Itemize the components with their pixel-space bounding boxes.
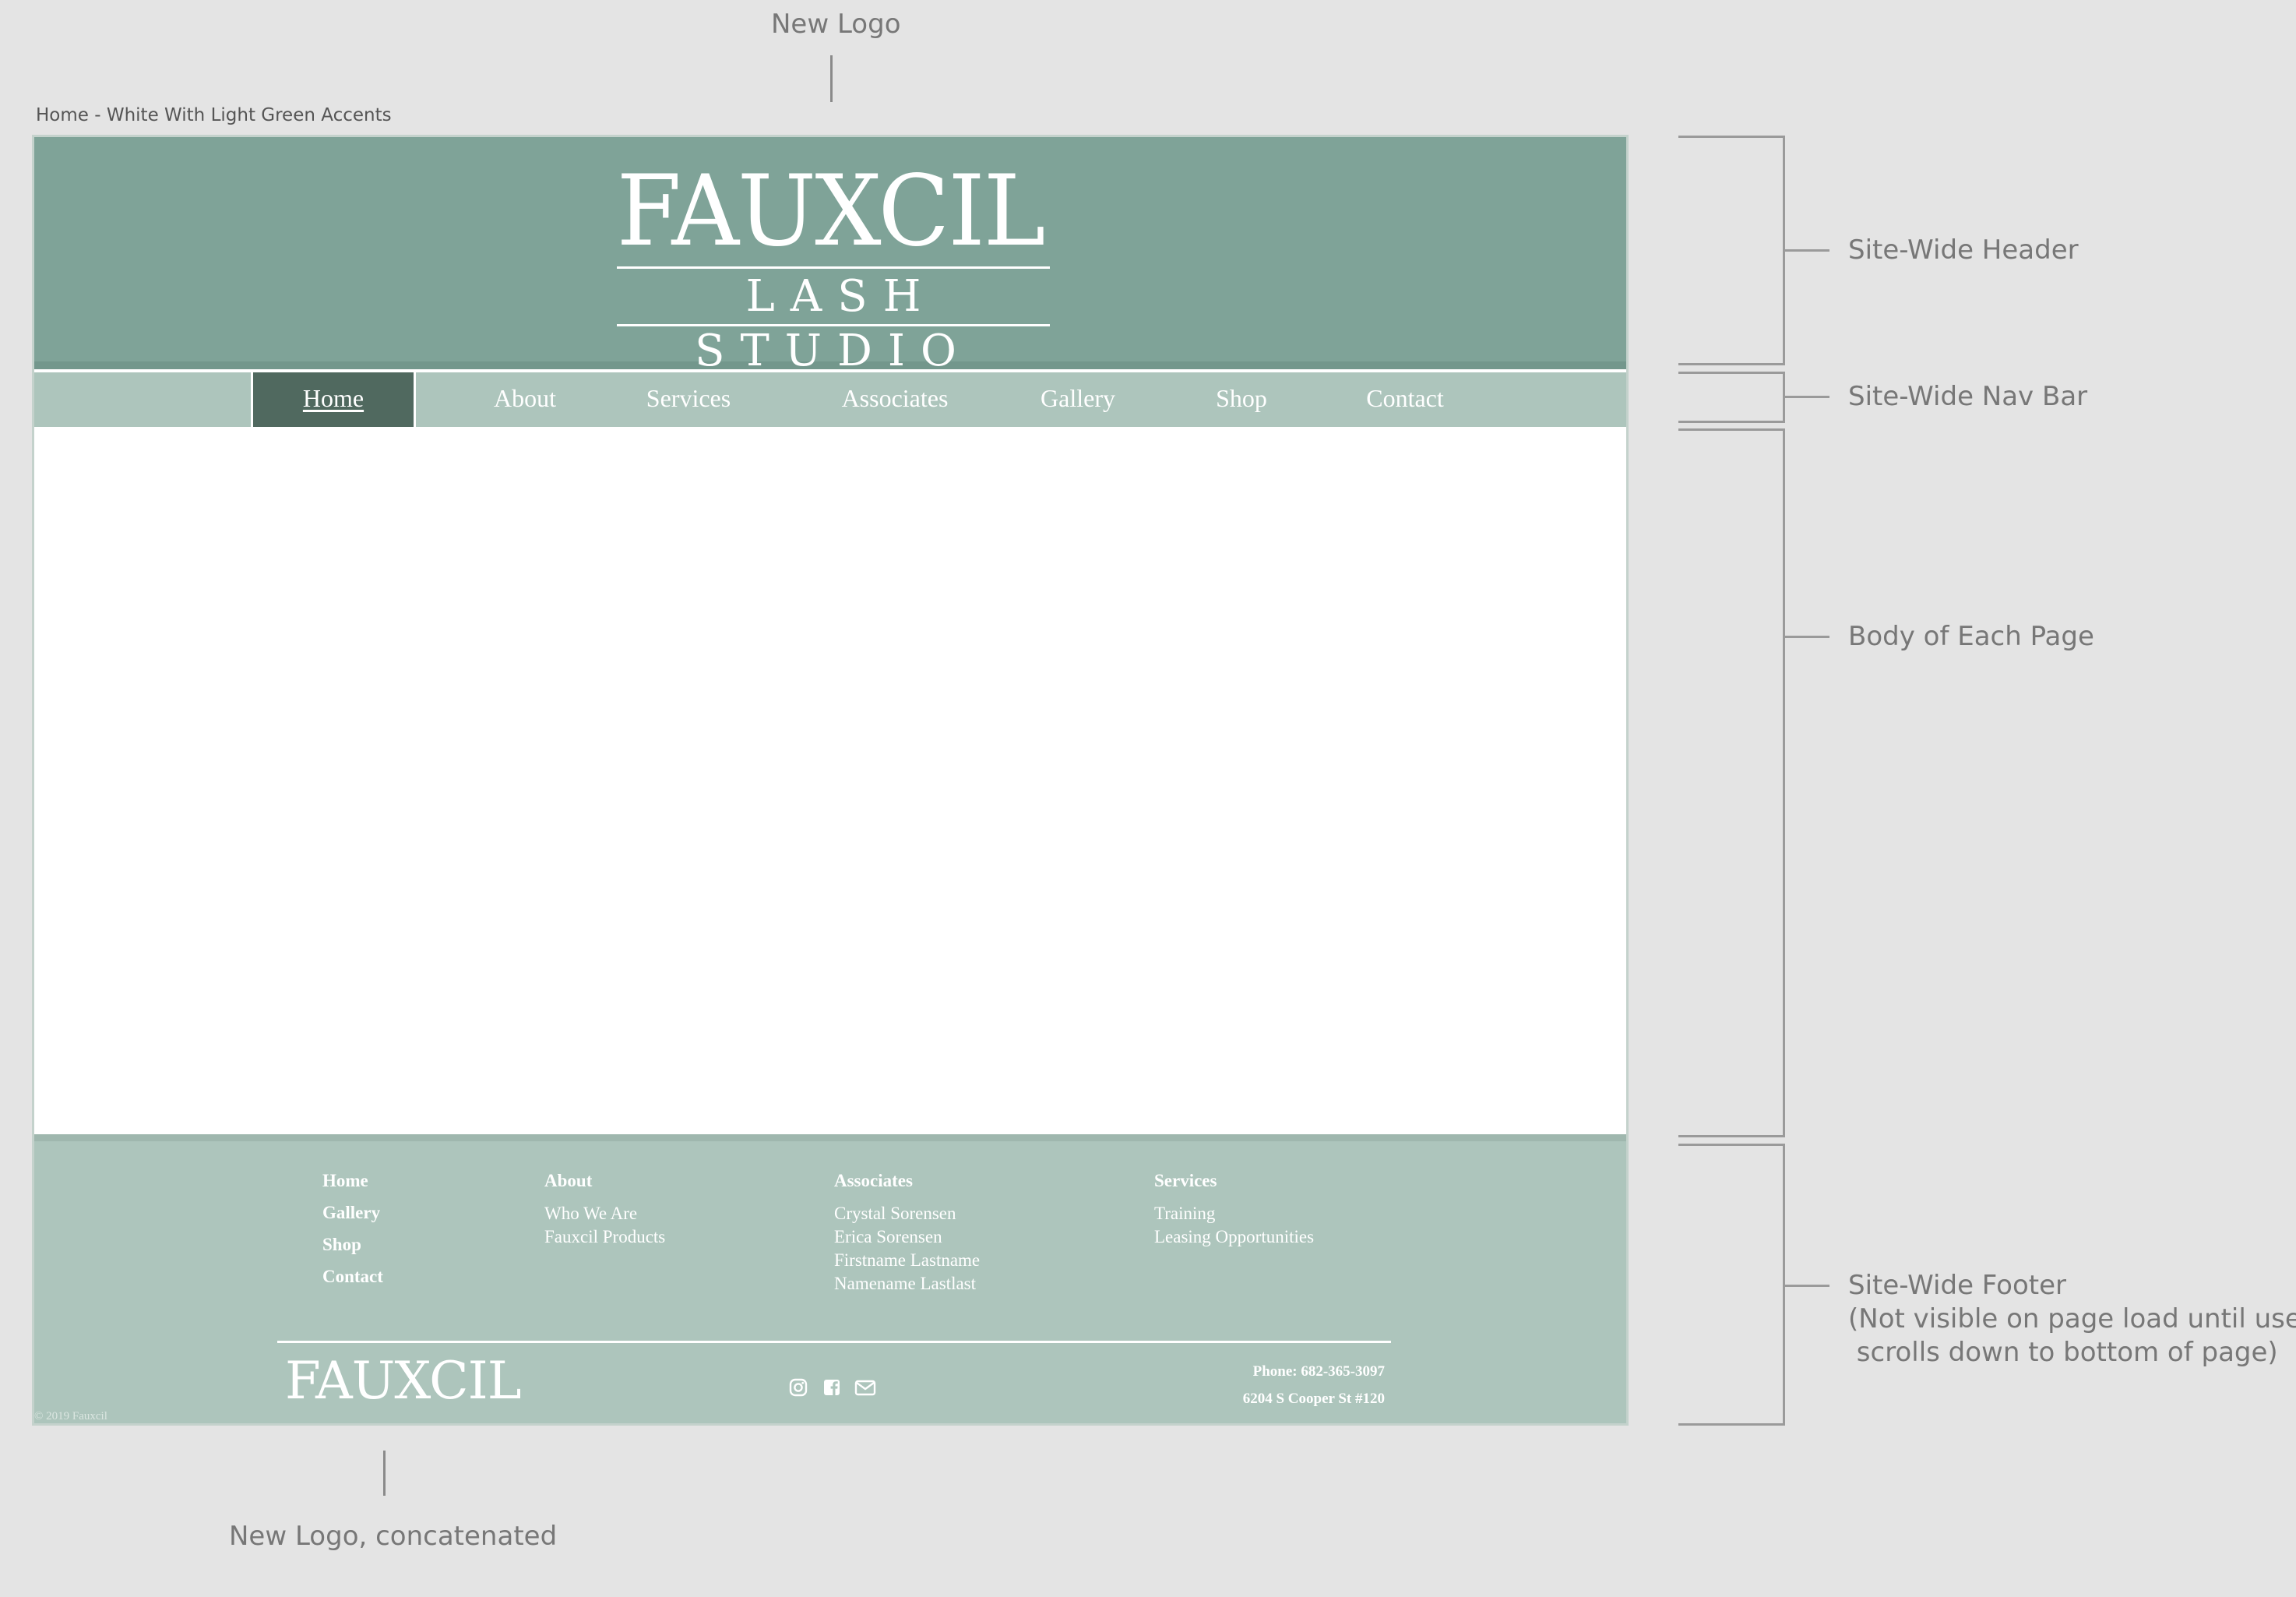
footer-link-associate[interactable]: Namename Lastlast <box>834 1272 980 1296</box>
footer-heading-associates[interactable]: Associates <box>834 1169 980 1202</box>
annotation-new-logo-concatenated: New Logo, concatenated <box>229 1521 558 1552</box>
nav-item-shop[interactable]: Shop <box>1179 372 1304 427</box>
footer-logo: FAUXCIL <box>285 1351 522 1411</box>
footer-main-links: Home Gallery Shop Contact <box>322 1169 383 1297</box>
facebook-icon[interactable] <box>822 1377 842 1398</box>
footer-heading-services[interactable]: Services <box>1154 1169 1314 1202</box>
header-bracket <box>1678 136 1785 365</box>
footer-associates-column: Associates Crystal Sorensen Erica Sorens… <box>834 1169 980 1296</box>
footer-copyright: © 2019 Fauxcil <box>34 1410 107 1422</box>
footer-link-associate[interactable]: Firstname Lastname <box>834 1249 980 1272</box>
annotation-body-of-each-page: Body of Each Page <box>1848 621 2094 652</box>
footer-bracket-tick <box>1783 1285 1829 1287</box>
site-footer: Home Gallery Shop Contact About Who We A… <box>34 1134 1626 1423</box>
body-bracket <box>1678 428 1785 1137</box>
footer-link-fauxcil-products[interactable]: Fauxcil Products <box>544 1225 665 1249</box>
body-bracket-tick <box>1783 636 1829 638</box>
footer-address: 6204 S Cooper St #120 <box>1242 1391 1385 1407</box>
nav-item-services[interactable]: Services <box>611 372 766 427</box>
footer-services-column: Services Training Leasing Opportunities <box>1154 1169 1314 1249</box>
footer-heading-about[interactable]: About <box>544 1169 665 1202</box>
footer-link-gallery[interactable]: Gallery <box>322 1201 383 1233</box>
logo-top-rule <box>617 266 1050 269</box>
nav-bracket <box>1678 372 1785 423</box>
footer-link-training[interactable]: Training <box>1154 1202 1314 1225</box>
nav-item-contact[interactable]: Contact <box>1319 372 1491 427</box>
site-nav-bar: Home About Services Associates Gallery S… <box>34 372 1626 430</box>
footer-about-column: About Who We Are Fauxcil Products <box>544 1169 665 1249</box>
page-mockup-frame: FAUXCIL LASH STUDIO Home About Services … <box>32 135 1629 1426</box>
footer-link-associate[interactable]: Crystal Sorensen <box>834 1202 980 1225</box>
header-logo-title: FAUXCIL <box>616 154 1046 269</box>
footer-divider <box>277 1341 1391 1343</box>
nav-item-associates[interactable]: Associates <box>798 372 992 427</box>
email-icon[interactable] <box>854 1377 877 1398</box>
frame-label: Home - White With Light Green Accents <box>36 105 392 125</box>
annotation-concatenated-logo-pointer <box>383 1451 386 1496</box>
annotation-site-wide-header: Site-Wide Header <box>1848 234 2079 266</box>
annotation-site-wide-footer: Site-Wide Footer (Not visible on page lo… <box>1848 1270 2296 1368</box>
instagram-icon[interactable] <box>788 1377 808 1398</box>
nav-item-about[interactable]: About <box>455 372 595 427</box>
footer-bracket <box>1678 1144 1785 1426</box>
site-header: FAUXCIL LASH STUDIO <box>34 137 1626 376</box>
annotation-new-logo: New Logo <box>771 9 901 40</box>
nav-item-gallery[interactable]: Gallery <box>1000 372 1156 427</box>
footer-phone: Phone: 682-365-3097 <box>1252 1363 1385 1380</box>
logo-bottom-rule <box>617 324 1050 326</box>
footer-link-leasing-opportunities[interactable]: Leasing Opportunities <box>1154 1225 1314 1249</box>
footer-link-who-we-are[interactable]: Who We Are <box>544 1202 665 1225</box>
annotation-site-wide-nav-bar: Site-Wide Nav Bar <box>1848 381 2088 412</box>
annotation-new-logo-pointer <box>830 55 833 102</box>
footer-link-associate[interactable]: Erica Sorensen <box>834 1225 980 1249</box>
nav-item-home[interactable]: Home <box>251 372 416 430</box>
header-bracket-tick <box>1783 249 1829 252</box>
footer-link-shop[interactable]: Shop <box>322 1233 383 1265</box>
nav-bracket-tick <box>1783 396 1829 398</box>
footer-link-contact[interactable]: Contact <box>322 1265 383 1297</box>
footer-link-home[interactable]: Home <box>322 1169 383 1201</box>
